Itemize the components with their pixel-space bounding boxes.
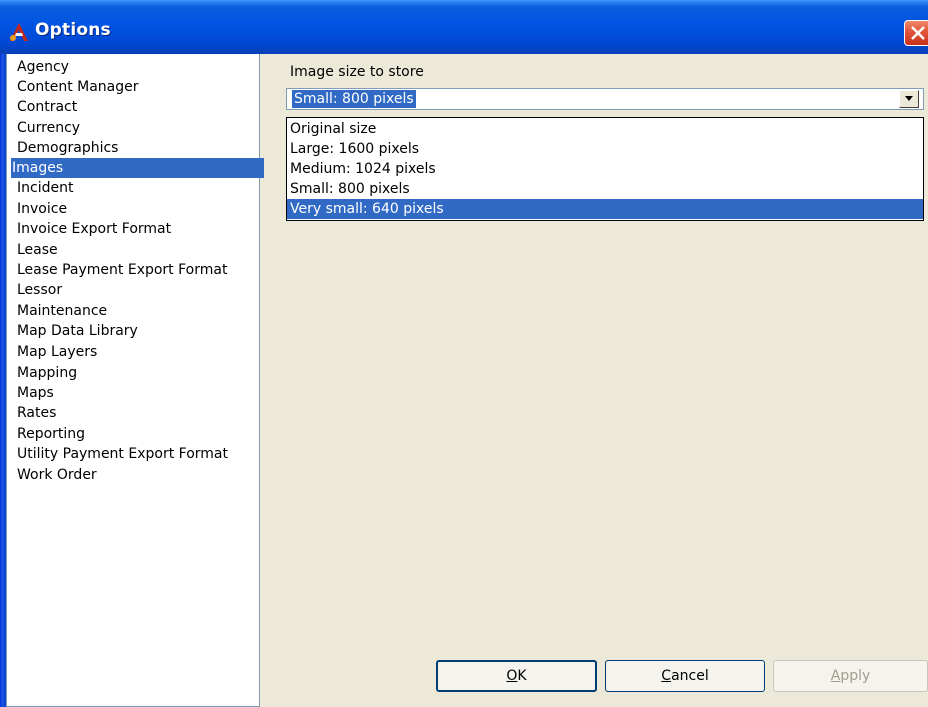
sidebar-item-map-layers[interactable]: Map Layers: [17, 342, 97, 362]
sidebar-item-lease[interactable]: Lease: [17, 240, 58, 260]
sidebar-item-map-data-library[interactable]: Map Data Library: [17, 321, 138, 341]
sidebar-item-utility-payment-export-format[interactable]: Utility Payment Export Format: [17, 444, 228, 464]
image-size-dropdown-list[interactable]: Original size Large: 1600 pixels Medium:…: [286, 117, 924, 221]
sidebar-item-content-manager[interactable]: Content Manager: [17, 77, 139, 97]
option-small[interactable]: Small: 800 pixels: [287, 179, 923, 199]
option-original-size[interactable]: Original size: [287, 119, 923, 139]
sidebar-item-work-order[interactable]: Work Order: [17, 465, 97, 485]
sidebar-item-rates[interactable]: Rates: [17, 403, 56, 423]
close-icon: [911, 26, 925, 40]
sidebar-item-lessor[interactable]: Lessor: [17, 280, 62, 300]
option-large[interactable]: Large: 1600 pixels: [287, 139, 923, 159]
app-logo-icon: [10, 23, 28, 41]
apply-mnemonic: A: [830, 668, 841, 684]
ok-mnemonic: O: [506, 668, 518, 684]
sidebar-item-contract[interactable]: Contract: [17, 97, 77, 117]
cancel-mnemonic: C: [661, 668, 672, 684]
option-very-small[interactable]: Very small: 640 pixels: [287, 199, 923, 219]
sidebar-item-maintenance[interactable]: Maintenance: [17, 301, 107, 321]
apply-label-rest: pply: [840, 668, 871, 684]
chevron-down-icon: [905, 96, 913, 101]
ok-button[interactable]: OK: [436, 660, 597, 692]
image-size-selected-value: Small: 800 pixels: [292, 90, 416, 108]
image-size-label: Image size to store: [290, 64, 424, 80]
option-medium[interactable]: Medium: 1024 pixels: [287, 159, 923, 179]
cancel-label-rest: ancel: [671, 668, 709, 684]
options-category-list[interactable]: Agency Content Manager Contract Currency…: [6, 54, 264, 707]
sidebar-item-agency[interactable]: Agency: [17, 57, 69, 77]
apply-button[interactable]: Apply: [773, 660, 928, 692]
ok-label-rest: K: [517, 668, 527, 684]
sidebar-item-incident[interactable]: Incident: [17, 178, 73, 198]
close-button[interactable]: [904, 20, 928, 46]
sidebar-item-invoice[interactable]: Invoice: [17, 199, 67, 219]
image-size-combobox[interactable]: Small: 800 pixels: [286, 88, 924, 110]
sidebar-item-demographics[interactable]: Demographics: [17, 138, 118, 158]
sidebar-item-reporting[interactable]: Reporting: [17, 424, 85, 444]
window-title: Options: [35, 20, 111, 40]
sidebar-item-lease-payment-export-format[interactable]: Lease Payment Export Format: [17, 260, 227, 280]
title-bar[interactable]: Options: [0, 0, 928, 54]
combo-dropdown-button[interactable]: [899, 90, 919, 108]
sidebar-item-mapping[interactable]: Mapping: [17, 363, 77, 383]
cancel-button[interactable]: Cancel: [605, 660, 765, 692]
sidebar-item-currency[interactable]: Currency: [17, 118, 80, 138]
sidebar-item-invoice-export-format[interactable]: Invoice Export Format: [17, 219, 171, 239]
sidebar-item-maps[interactable]: Maps: [17, 383, 54, 403]
sidebar-item-images[interactable]: Images: [11, 158, 264, 178]
